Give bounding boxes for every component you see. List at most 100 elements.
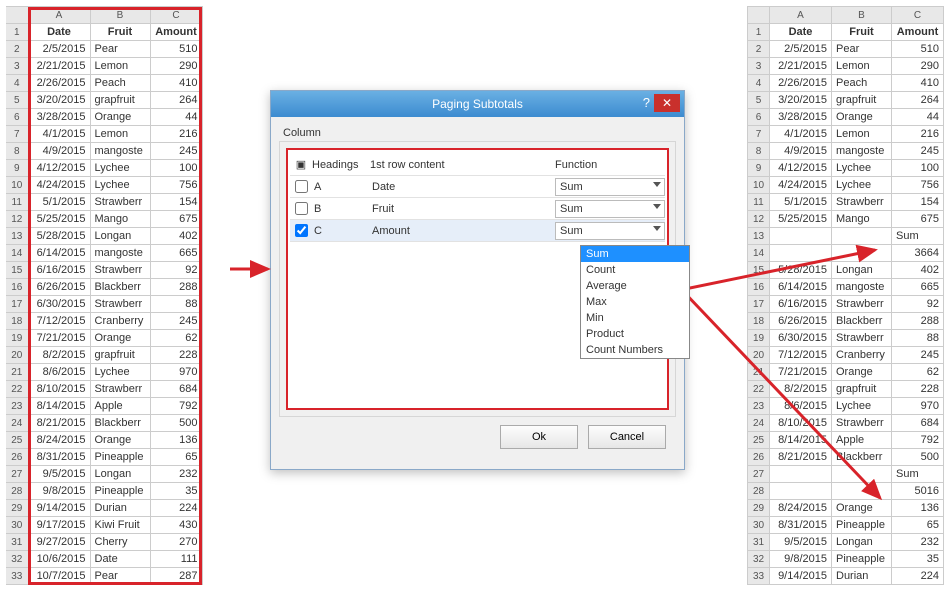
- table-row[interactable]: 228/10/2015Strawberr684: [6, 381, 202, 398]
- row-head[interactable]: 32: [6, 551, 28, 568]
- table-row[interactable]: 217/21/2015Orange62: [748, 364, 944, 381]
- cell-amount[interactable]: 684: [150, 381, 202, 398]
- table-row[interactable]: 258/24/2015Orange136: [6, 432, 202, 449]
- cell-amount[interactable]: 136: [150, 432, 202, 449]
- row-head[interactable]: 7: [748, 126, 770, 143]
- table-row[interactable]: 319/5/2015Longan232: [748, 534, 944, 551]
- row-head[interactable]: 18: [748, 313, 770, 330]
- cell-fruit[interactable]: Orange: [832, 500, 892, 517]
- table-row[interactable]: 42/26/2015Peach410: [6, 75, 202, 92]
- row-head[interactable]: 5: [748, 92, 770, 109]
- cell-amount[interactable]: 245: [150, 143, 202, 160]
- cell-date[interactable]: 5/28/2015: [28, 228, 90, 245]
- cell-date[interactable]: 2/21/2015: [770, 58, 832, 75]
- table-row[interactable]: 238/6/2015Lychee970: [748, 398, 944, 415]
- table-row[interactable]: 135/28/2015Longan402: [6, 228, 202, 245]
- table-row[interactable]: 196/30/2015Strawberr88: [748, 330, 944, 347]
- cell-amount[interactable]: 228: [150, 347, 202, 364]
- row-head[interactable]: 24: [6, 415, 28, 432]
- cell-amount[interactable]: 100: [150, 160, 202, 177]
- cancel-button[interactable]: Cancel: [588, 425, 666, 449]
- cell-fruit[interactable]: Mango: [90, 211, 150, 228]
- column-checkbox[interactable]: [295, 224, 308, 237]
- cell-amount[interactable]: 154: [150, 194, 202, 211]
- row-head[interactable]: 15: [6, 262, 28, 279]
- cell-fruit[interactable]: Longan: [832, 262, 892, 279]
- cell-date[interactable]: 7/12/2015: [28, 313, 90, 330]
- cell-amount[interactable]: 228: [892, 381, 944, 398]
- select-all-checkbox[interactable]: ▣: [296, 158, 306, 171]
- cell-fruit[interactable]: mangoste: [832, 143, 892, 160]
- cell-fruit[interactable]: mangoste: [90, 143, 150, 160]
- cell-amount[interactable]: 44: [150, 109, 202, 126]
- cell-date[interactable]: 9/5/2015: [770, 534, 832, 551]
- cell-fruit[interactable]: grapfruit: [832, 381, 892, 398]
- row-head[interactable]: 2: [6, 41, 28, 58]
- col-head-a[interactable]: A: [28, 7, 90, 24]
- cell-fruit[interactable]: grapfruit: [90, 92, 150, 109]
- left-spreadsheet[interactable]: A B C 1 Date Fruit Amount 22/5/2015Pear5…: [6, 6, 203, 585]
- table-row[interactable]: 279/5/2015Longan232: [6, 466, 202, 483]
- right-spreadsheet[interactable]: A B C 1 Date Fruit Amount 22/5/2015Pear5…: [747, 6, 944, 585]
- cell-date[interactable]: 2/5/2015: [28, 41, 90, 58]
- row-head[interactable]: 8: [6, 143, 28, 160]
- cell-amount[interactable]: 665: [150, 245, 202, 262]
- cell-fruit[interactable]: [832, 245, 892, 262]
- cell-date[interactable]: 7/21/2015: [770, 364, 832, 381]
- table-row[interactable]: 94/12/2015Lychee100: [6, 160, 202, 177]
- cell-amount[interactable]: 245: [892, 347, 944, 364]
- function-select[interactable]: Sum: [555, 200, 665, 218]
- cell-date[interactable]: 4/9/2015: [770, 143, 832, 160]
- row-head[interactable]: 19: [748, 330, 770, 347]
- cell-amount[interactable]: 111: [150, 551, 202, 568]
- row-head[interactable]: 8: [748, 143, 770, 160]
- table-row[interactable]: 63/28/2015Orange44: [748, 109, 944, 126]
- row-head[interactable]: 3: [748, 58, 770, 75]
- cell-fruit[interactable]: Lychee: [832, 177, 892, 194]
- table-row[interactable]: 197/21/2015Orange62: [6, 330, 202, 347]
- row-head[interactable]: 26: [748, 449, 770, 466]
- table-row[interactable]: 27Sum: [748, 466, 944, 483]
- cell-fruit[interactable]: Pineapple: [90, 483, 150, 500]
- cell-fruit[interactable]: [832, 483, 892, 500]
- table-row[interactable]: 53/20/2015grapfruit264: [6, 92, 202, 109]
- cell-amount[interactable]: 100: [892, 160, 944, 177]
- cell-amount[interactable]: 665: [892, 279, 944, 296]
- row-head[interactable]: 19: [6, 330, 28, 347]
- cell-amount[interactable]: 35: [892, 551, 944, 568]
- cell-date[interactable]: 8/2/2015: [770, 381, 832, 398]
- column-checkbox[interactable]: [295, 202, 308, 215]
- row-head[interactable]: 27: [6, 466, 28, 483]
- cell-fruit[interactable]: Strawberr: [90, 262, 150, 279]
- cell-amount[interactable]: 232: [892, 534, 944, 551]
- row-head[interactable]: 27: [748, 466, 770, 483]
- cell-date[interactable]: 9/8/2015: [770, 551, 832, 568]
- cell-amount[interactable]: 510: [892, 41, 944, 58]
- cell-fruit[interactable]: Orange: [832, 109, 892, 126]
- cell-date[interactable]: 9/5/2015: [28, 466, 90, 483]
- cell-fruit[interactable]: grapfruit: [832, 92, 892, 109]
- dropdown-option[interactable]: Count Numbers: [581, 342, 689, 358]
- cell-fruit[interactable]: Durian: [832, 568, 892, 585]
- table-row[interactable]: 146/14/2015mangoste665: [6, 245, 202, 262]
- cell-amount[interactable]: 970: [892, 398, 944, 415]
- cell-date[interactable]: 6/16/2015: [28, 262, 90, 279]
- column-row[interactable]: BFruitSum: [290, 198, 665, 220]
- cell-fruit[interactable]: Orange: [90, 330, 150, 347]
- cell-date[interactable]: 4/24/2015: [770, 177, 832, 194]
- row-head[interactable]: 18: [6, 313, 28, 330]
- cell-fruit[interactable]: Strawberr: [90, 381, 150, 398]
- table-row[interactable]: 3310/7/2015Pear287: [6, 568, 202, 585]
- table-row[interactable]: 208/2/2015grapfruit228: [6, 347, 202, 364]
- cell-fruit[interactable]: mangoste: [832, 279, 892, 296]
- cell-date[interactable]: 2/26/2015: [770, 75, 832, 92]
- cell-date[interactable]: 3/28/2015: [770, 109, 832, 126]
- cell-fruit[interactable]: Kiwi Fruit: [90, 517, 150, 534]
- cell-fruit[interactable]: Lemon: [90, 126, 150, 143]
- cell-fruit[interactable]: Lychee: [90, 177, 150, 194]
- table-row[interactable]: 32/21/2015Lemon290: [6, 58, 202, 75]
- cell-amount[interactable]: 44: [892, 109, 944, 126]
- cell-date[interactable]: 9/27/2015: [28, 534, 90, 551]
- cell-fruit[interactable]: Longan: [832, 534, 892, 551]
- table-row[interactable]: 42/26/2015Peach410: [748, 75, 944, 92]
